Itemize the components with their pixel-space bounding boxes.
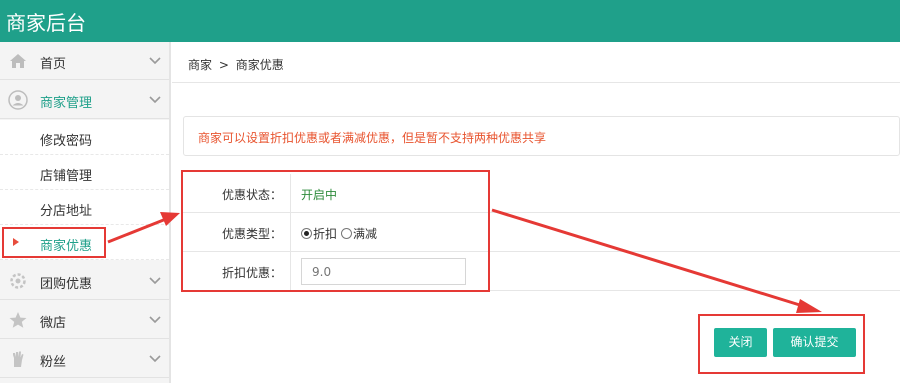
app-title: 商家后台 <box>6 11 86 35</box>
sidebar-item-label: 粉丝 <box>40 355 67 370</box>
sidebar: 首页 商家管理 修改密码 店铺管理 分店地址 商家优惠 团购优惠 微店 粉丝 <box>0 42 171 383</box>
chevron-down-icon <box>149 316 161 324</box>
home-icon <box>10 54 26 68</box>
chevron-down-icon <box>149 96 161 104</box>
notice-box: 商家可以设置折扣优惠或者满减优惠，但是暂不支持两种优惠共享 <box>183 116 900 156</box>
annotation-highlight-subitem <box>2 227 106 258</box>
sidebar-item-label: 首页 <box>40 57 67 72</box>
sidebar-item-home[interactable]: 首页 <box>0 42 169 80</box>
sidebar-item-label: 商家管理 <box>40 96 93 111</box>
close-button[interactable]: 关闭 <box>714 328 767 357</box>
sidebar-item-label: 微店 <box>40 316 67 331</box>
chevron-down-icon <box>149 57 161 65</box>
top-bar: 商家后台 <box>0 0 900 42</box>
subitem-change-password[interactable]: 修改密码 <box>0 120 169 155</box>
breadcrumb-root[interactable]: 商家 <box>188 58 212 72</box>
star-icon <box>9 312 27 328</box>
annotation-highlight-form <box>181 170 490 292</box>
notice-text: 商家可以设置折扣优惠或者满减优惠，但是暂不支持两种优惠共享 <box>198 131 547 145</box>
gear-icon <box>10 273 26 289</box>
sidebar-item-label: 团购优惠 <box>40 277 93 292</box>
subitem-branch-address[interactable]: 分店地址 <box>0 190 169 225</box>
sidebar-item-micro-store[interactable]: 微店 <box>0 301 169 339</box>
breadcrumb: 商家 > 商家优惠 <box>188 56 284 73</box>
subitem-label: 修改密码 <box>40 134 93 149</box>
breadcrumb-current: 商家优惠 <box>235 58 284 72</box>
chevron-down-icon <box>149 355 161 363</box>
divider <box>172 82 900 83</box>
user-icon <box>8 90 28 110</box>
subitem-label: 店铺管理 <box>40 169 93 184</box>
hand-icon <box>13 351 24 367</box>
submit-button[interactable]: 确认提交 <box>773 328 856 357</box>
subitem-store-management[interactable]: 店铺管理 <box>0 155 169 190</box>
sidebar-item-merchant[interactable]: 商家管理 <box>0 81 169 119</box>
chevron-down-icon <box>149 277 161 285</box>
sidebar-item-fans[interactable]: 粉丝 <box>0 340 169 378</box>
breadcrumb-separator: > <box>218 58 229 72</box>
sidebar-item-group-buy[interactable]: 团购优惠 <box>0 262 169 300</box>
subitem-label: 分店地址 <box>40 204 93 219</box>
